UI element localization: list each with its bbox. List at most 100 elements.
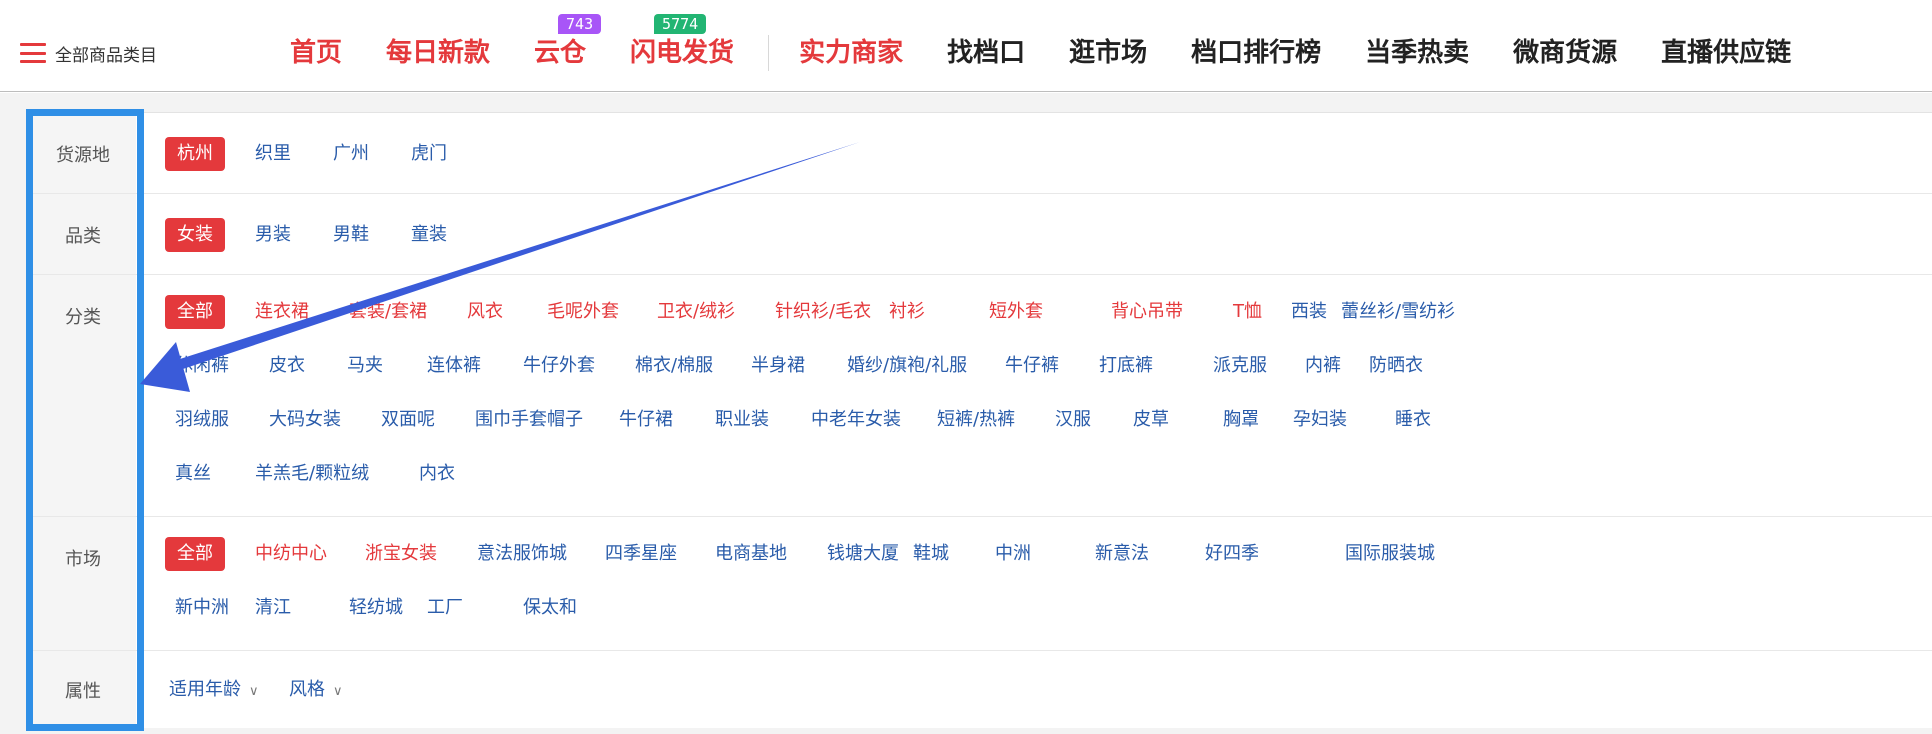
filter-option[interactable]: 大码女装: [269, 403, 341, 437]
filter-option[interactable]: 毛呢外套: [547, 295, 619, 329]
filter-option[interactable]: 新中洲: [175, 591, 229, 625]
all-categories-menu[interactable]: 全部商品类目: [20, 40, 157, 66]
filter-option[interactable]: 西装: [1291, 295, 1327, 329]
filter-option[interactable]: 浙宝女装: [365, 537, 437, 571]
filter-option[interactable]: 羊羔毛/颗粒绒: [255, 457, 369, 491]
filter-option[interactable]: 马夹: [347, 349, 383, 383]
filter-option[interactable]: 意法服饰城: [477, 537, 567, 571]
nav-item-label: 每日新款: [386, 38, 491, 68]
filter-option[interactable]: 休闲裤: [175, 349, 229, 383]
filter-option[interactable]: 工厂: [427, 591, 463, 625]
nav-item[interactable]: 首页: [290, 28, 342, 78]
filter-option[interactable]: 新意法: [1095, 537, 1149, 571]
filter-option[interactable]: 内裤: [1305, 349, 1341, 383]
nav-item-label: 实力商家: [799, 38, 904, 68]
filter-option[interactable]: 全部: [165, 537, 225, 571]
filter-option[interactable]: 保太和: [523, 591, 577, 625]
filter-option[interactable]: 半身裙: [751, 349, 805, 383]
filter-option[interactable]: 围巾手套帽子: [475, 403, 583, 437]
filter-option[interactable]: 针织衫/毛衣: [775, 295, 871, 329]
nav-item-label: 直播供应链: [1661, 38, 1792, 68]
filter-option[interactable]: 牛仔外套: [523, 349, 595, 383]
filter-option[interactable]: 织里: [255, 137, 291, 171]
filter-option[interactable]: 双面呢: [381, 403, 435, 437]
filter-option[interactable]: 男鞋: [333, 218, 369, 252]
filter-option[interactable]: 杭州: [165, 137, 225, 171]
nav-item[interactable]: 逛市场: [1069, 28, 1147, 78]
filter-option[interactable]: 派克服: [1213, 349, 1267, 383]
filter-option[interactable]: 打底裤: [1099, 349, 1153, 383]
nav-item[interactable]: 直播供应链: [1661, 28, 1791, 78]
filter-option[interactable]: 轻纺城: [349, 591, 403, 625]
filter-option[interactable]: 短裤/热裤: [937, 403, 1015, 437]
filter-row-source: 货源地 杭州 织里 广州 虎门: [30, 113, 1932, 194]
nav-item[interactable]: 闪电发货 5774: [630, 14, 735, 78]
filter-option[interactable]: 胸罩: [1223, 403, 1259, 437]
top-header: 全部商品类目 首页 每日新款 云仓 743 闪电发货 5774 实力商家 找档口 逛市场 档口排行…: [0, 0, 1932, 92]
filter-option[interactable]: 牛仔裤: [1005, 349, 1059, 383]
attribute-dropdown[interactable]: 风格 ∨: [289, 673, 343, 707]
filter-option[interactable]: 背心吊带: [1111, 295, 1183, 329]
filter-option[interactable]: 棉衣/棉服: [635, 349, 713, 383]
all-categories-label: 全部商品类目: [55, 45, 157, 66]
nav-divider: [768, 35, 770, 71]
filter-option[interactable]: 中纺中心: [255, 537, 327, 571]
filter-label-source: 货源地: [30, 113, 136, 193]
filter-option[interactable]: 四季星座: [605, 537, 677, 571]
filter-option[interactable]: 中洲: [995, 537, 1031, 571]
filter-option[interactable]: 连衣裙: [255, 295, 309, 329]
nav-item[interactable]: 找档口: [947, 28, 1025, 78]
filter-option[interactable]: 衬衫: [889, 295, 925, 329]
filter-option[interactable]: 全部: [165, 295, 225, 329]
nav-item-label: 闪电发货: [630, 38, 735, 68]
filter-option[interactable]: 皮衣: [269, 349, 305, 383]
filter-option[interactable]: 皮草: [1133, 403, 1169, 437]
filter-row-market: 市场 全部 中纺中心 浙宝女装 意法服饰城 四季星座 电商基地 钱塘大厦 鞋城 中洲 新意法 好四季…: [30, 517, 1932, 651]
count-badge: 743: [558, 14, 602, 34]
main-nav: 首页 每日新款 云仓 743 闪电发货 5774 实力商家 找档口 逛市场 档口排行榜 当季热卖 微商…: [290, 14, 1835, 78]
nav-item[interactable]: 当季热卖: [1365, 28, 1469, 78]
filter-option[interactable]: 清江: [255, 591, 291, 625]
filter-panel: 货源地 杭州 织里 广州 虎门 品类 女装 男装 男鞋 童装 分类 全部 连衣裙 套装/套裙 风衣…: [30, 112, 1932, 729]
filter-option[interactable]: 男装: [255, 218, 291, 252]
filter-option[interactable]: 防晒衣: [1369, 349, 1423, 383]
filter-option[interactable]: 套装/套裙: [349, 295, 427, 329]
filter-option[interactable]: T恤: [1233, 295, 1262, 329]
filter-option[interactable]: 卫衣/绒衫: [657, 295, 735, 329]
attribute-dropdown[interactable]: 适用年龄 ∨: [169, 673, 259, 707]
filter-option[interactable]: 职业装: [715, 403, 769, 437]
filter-option[interactable]: 婚纱/旗袍/礼服: [847, 349, 967, 383]
filter-option[interactable]: 好四季: [1205, 537, 1259, 571]
nav-item-label: 档口排行榜: [1191, 38, 1322, 68]
nav-item-label: 首页: [290, 38, 343, 68]
filter-option[interactable]: 童装: [411, 218, 447, 252]
nav-item[interactable]: 微商货源: [1513, 28, 1617, 78]
filter-option[interactable]: 牛仔裙: [619, 403, 673, 437]
nav-item[interactable]: 每日新款: [386, 28, 490, 78]
filter-option[interactable]: 钱塘大厦: [827, 537, 899, 571]
filter-option[interactable]: 中老年女装: [811, 403, 901, 437]
filter-option[interactable]: 连体裤: [427, 349, 481, 383]
filter-option[interactable]: 虎门: [411, 137, 447, 171]
nav-item[interactable]: 实力商家: [799, 28, 903, 78]
nav-item-label: 微商货源: [1513, 38, 1618, 68]
filter-option[interactable]: 蕾丝衫/雪纺衫: [1341, 295, 1455, 329]
filter-option[interactable]: 内衣: [419, 457, 455, 491]
filter-option[interactable]: 广州: [333, 137, 369, 171]
filter-option[interactable]: 鞋城: [913, 537, 949, 571]
filter-option[interactable]: 真丝: [175, 457, 211, 491]
chevron-down-icon: ∨: [333, 684, 343, 699]
filter-option[interactable]: 女装: [165, 218, 225, 252]
filter-label-attributes: 属性: [30, 651, 136, 729]
filter-option[interactable]: 睡衣: [1395, 403, 1431, 437]
filter-option[interactable]: 风衣: [467, 295, 503, 329]
filter-option[interactable]: 国际服装城: [1345, 537, 1435, 571]
nav-item[interactable]: 档口排行榜: [1191, 28, 1321, 78]
chevron-down-icon: ∨: [249, 684, 259, 699]
filter-option[interactable]: 汉服: [1055, 403, 1091, 437]
filter-option[interactable]: 羽绒服: [175, 403, 229, 437]
filter-option[interactable]: 电商基地: [715, 537, 787, 571]
nav-item[interactable]: 云仓 743: [534, 14, 602, 78]
filter-option[interactable]: 短外套: [989, 295, 1043, 329]
filter-option[interactable]: 孕妇装: [1293, 403, 1347, 437]
